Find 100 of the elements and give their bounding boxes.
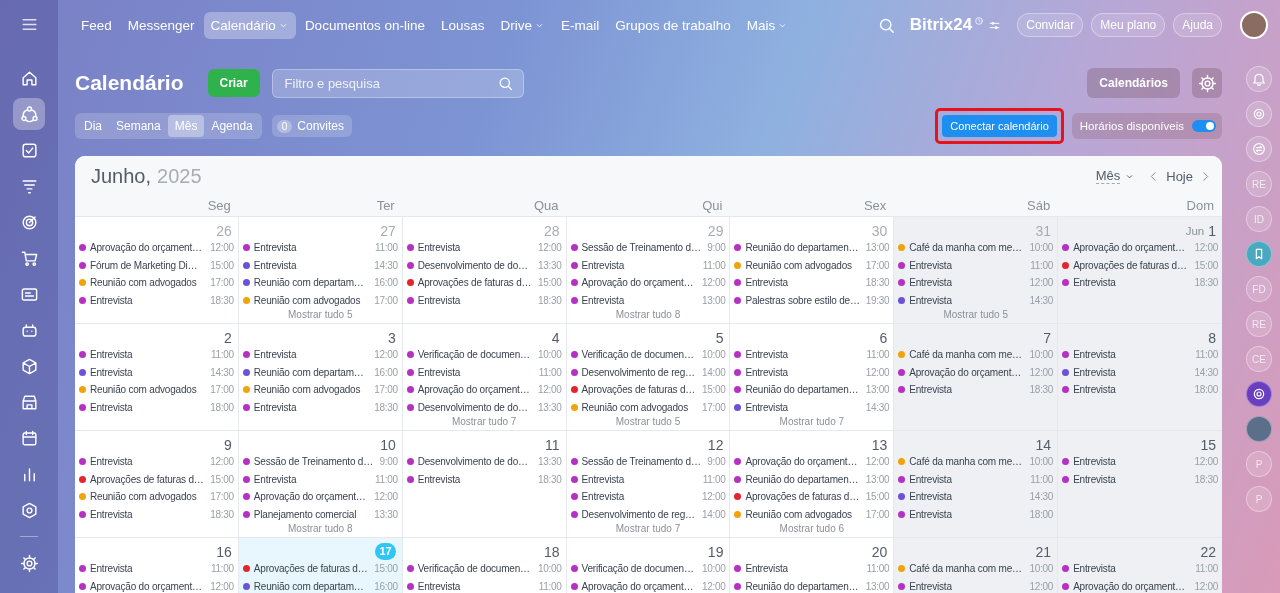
calendar-event[interactable]: Sessão de Treinamento d… 9:00: [570, 239, 726, 257]
calendar-event[interactable]: Entrevista 14:30: [734, 398, 890, 416]
toggle-switch[interactable]: [1192, 120, 1216, 132]
calendar-event[interactable]: Reunião com advogados 17:00: [734, 505, 890, 523]
calendar-event[interactable]: Entrevista 14:30: [898, 291, 1054, 309]
calendar-event[interactable]: Reunião do departamen… 13:00: [734, 577, 890, 593]
calendar-event[interactable]: Sessão de Treinamento d… 9:00: [242, 453, 398, 471]
calendar-event[interactable]: Aprovação do orçament… 12:00: [570, 577, 726, 593]
calendar-event[interactable]: Reunião do departamen… 13:00: [734, 470, 890, 488]
calendar-event[interactable]: Entrevista 18:30: [1062, 470, 1218, 488]
calendar-event[interactable]: Entrevista 11:00: [898, 470, 1054, 488]
calendar-event[interactable]: Entrevista 11:00: [1062, 560, 1218, 578]
calendar-event[interactable]: Entrevista 11:00: [79, 346, 234, 364]
calendar-event[interactable]: Reunião com advogados 17:00: [734, 256, 890, 274]
calendar-event[interactable]: Palestras sobre estilo de… 19:30: [734, 291, 890, 309]
calendar-event[interactable]: Reunião do departamen… 13:00: [734, 239, 890, 257]
calendar-event[interactable]: Entrevista 11:00: [242, 470, 398, 488]
calendar-event[interactable]: Desenvolvimento de do… 13:30: [406, 398, 562, 416]
calendar-event[interactable]: Aprovação do orçament… 12:00: [79, 577, 234, 593]
calendar-event[interactable]: Entrevista 12:00: [898, 577, 1054, 593]
calendar-event[interactable]: Entrevista 14:30: [898, 488, 1054, 506]
calendar-event[interactable]: Aprovação do orçament… 12:00: [1062, 239, 1218, 257]
calendar-event[interactable]: Entrevista 11:00: [79, 560, 234, 578]
calendar-event[interactable]: Entrevista 11:00: [570, 256, 726, 274]
calendar-event[interactable]: Reunião do departamen… 13:00: [734, 381, 890, 399]
calendar-event[interactable]: Café da manha com me… 10:00: [898, 453, 1054, 471]
calendar-event[interactable]: Entrevista 14:30: [79, 363, 234, 381]
calendar-event[interactable]: Entrevista 14:30: [242, 256, 398, 274]
calendar-event[interactable]: Aprovação do orçament… 12:00: [1062, 577, 1218, 593]
calendar-event[interactable]: Café da manha com me… 10:00: [898, 560, 1054, 578]
rail-button[interactable]: [1246, 381, 1272, 407]
calendar-event[interactable]: Reunião com advogados 17:00: [79, 274, 234, 292]
calendar-event[interactable]: Aprovações de faturas d… 15:00: [570, 381, 726, 399]
calendar-event[interactable]: Entrevista 18:30: [242, 398, 398, 416]
calendar-event[interactable]: Verificação de documen… 10:00: [570, 560, 726, 578]
calendar-event[interactable]: Entrevista 18:30: [406, 291, 562, 309]
calendar-event[interactable]: Reunião com advogados 17:00: [242, 291, 398, 309]
calendar-event[interactable]: Verificação de documen… 10:00: [570, 346, 726, 364]
calendar-event[interactable]: Entrevista 12:00: [898, 274, 1054, 292]
calendar-event[interactable]: Entrevista 11:00: [242, 239, 398, 257]
calendar-event[interactable]: Aprovação do orçament… 12:00: [734, 453, 890, 471]
sidebar-button[interactable]: [13, 98, 45, 130]
calendar-event[interactable]: Desenvolvimento de do… 13:30: [406, 453, 562, 471]
calendar-event[interactable]: Aprovações de faturas d… 15:00: [242, 560, 398, 578]
calendar-event[interactable]: Desenvolvimento de reg… 14:00: [570, 363, 726, 381]
calendar-event[interactable]: Café da manha com me… 10:00: [898, 346, 1054, 364]
calendar-event[interactable]: Aprovação do orçament… 12:00: [79, 239, 234, 257]
calendar-event[interactable]: Entrevista 11:00: [406, 577, 562, 593]
calendar-event[interactable]: Entrevista 12:00: [570, 488, 726, 506]
calendar-event[interactable]: Desenvolvimento de do… 13:30: [406, 256, 562, 274]
calendar-event[interactable]: Entrevista 18:00: [79, 398, 234, 416]
calendar-event[interactable]: Reunião com departam… 16:00: [242, 274, 398, 292]
calendar-event[interactable]: Aprovação do orçament… 12:00: [570, 274, 726, 292]
calendar-event[interactable]: Entrevista 14:30: [1062, 363, 1218, 381]
calendar-event[interactable]: Entrevista 11:00: [734, 560, 890, 578]
calendar-event[interactable]: Entrevista 18:30: [898, 381, 1054, 399]
calendar-event[interactable]: Aprovações de faturas d… 15:00: [79, 470, 234, 488]
calendar-event[interactable]: Entrevista 18:00: [898, 505, 1054, 523]
calendar-event[interactable]: Reunião com advogados 17:00: [79, 381, 234, 399]
calendar-event[interactable]: Entrevista 12:00: [1062, 453, 1218, 471]
calendar-event[interactable]: Entrevista 18:00: [1062, 381, 1218, 399]
today-button[interactable]: Hoje: [1164, 168, 1195, 184]
calendar-event[interactable]: Entrevista 11:00: [1062, 346, 1218, 364]
calendar-event[interactable]: Entrevista 11:00: [406, 363, 562, 381]
calendar-event[interactable]: Entrevista 13:00: [570, 291, 726, 309]
calendar-event[interactable]: Entrevista 11:00: [734, 346, 890, 364]
calendar-event[interactable]: Entrevista 11:00: [570, 470, 726, 488]
calendar-event[interactable]: Aprovação do orçament… 12:00: [406, 381, 562, 399]
calendar-event[interactable]: Entrevista 18:30: [1062, 274, 1218, 292]
calendar-event[interactable]: Sessão de Treinamento d… 9:00: [570, 453, 726, 471]
nav-tab[interactable]: Feed: [74, 11, 119, 39]
calendar-event[interactable]: Entrevista 12:00: [79, 453, 234, 471]
calendar-event[interactable]: Fórum de Marketing Di… 15:00: [79, 256, 234, 274]
calendar-event[interactable]: Aprovações de faturas d… 15:00: [1062, 256, 1218, 274]
avatar[interactable]: [1246, 416, 1272, 442]
calendar-event[interactable]: Aprovação do orçament… 12:00: [242, 488, 398, 506]
view-dropdown[interactable]: Mês: [1095, 168, 1136, 184]
calendar-event[interactable]: Entrevista 11:00: [898, 256, 1054, 274]
calendar-event[interactable]: Entrevista 18:30: [79, 291, 234, 309]
calendar-event[interactable]: Aprovações de faturas d… 15:00: [406, 274, 562, 292]
calendar-event[interactable]: Verificação de documen… 10:00: [406, 560, 562, 578]
calendar-event[interactable]: Entrevista 12:00: [734, 363, 890, 381]
calendar-event[interactable]: Entrevista 12:00: [242, 346, 398, 364]
calendar-event[interactable]: Café da manha com me… 10:00: [898, 239, 1054, 257]
calendar-event[interactable]: Entrevista 18:30: [79, 505, 234, 523]
calendar-event[interactable]: Desenvolvimento de reg… 14:00: [570, 505, 726, 523]
calendar-event[interactable]: Entrevista 18:30: [734, 274, 890, 292]
avatar[interactable]: [1240, 11, 1268, 39]
calendar-event[interactable]: Reunião com advogados 17:00: [79, 488, 234, 506]
calendar-event[interactable]: Entrevista 12:00: [406, 239, 562, 257]
calendar-event[interactable]: Entrevista 18:30: [406, 470, 562, 488]
calendar-event[interactable]: Reunião com advogados 17:00: [570, 398, 726, 416]
calendar-event[interactable]: Reunião com departam… 16:00: [242, 363, 398, 381]
calendar-event[interactable]: Reunião com advogados 17:00: [242, 381, 398, 399]
calendar-event[interactable]: Reunião com departam… 16:00: [242, 577, 398, 593]
calendar-event[interactable]: Planejamento comercial 13:30: [242, 505, 398, 523]
calendar-event[interactable]: Verificação de documen… 10:00: [406, 346, 562, 364]
settings-button[interactable]: [1192, 68, 1222, 98]
calendar-event[interactable]: Aprovações de faturas d… 15:00: [734, 488, 890, 506]
calendar-event[interactable]: Aprovação do orçament… 12:00: [898, 363, 1054, 381]
